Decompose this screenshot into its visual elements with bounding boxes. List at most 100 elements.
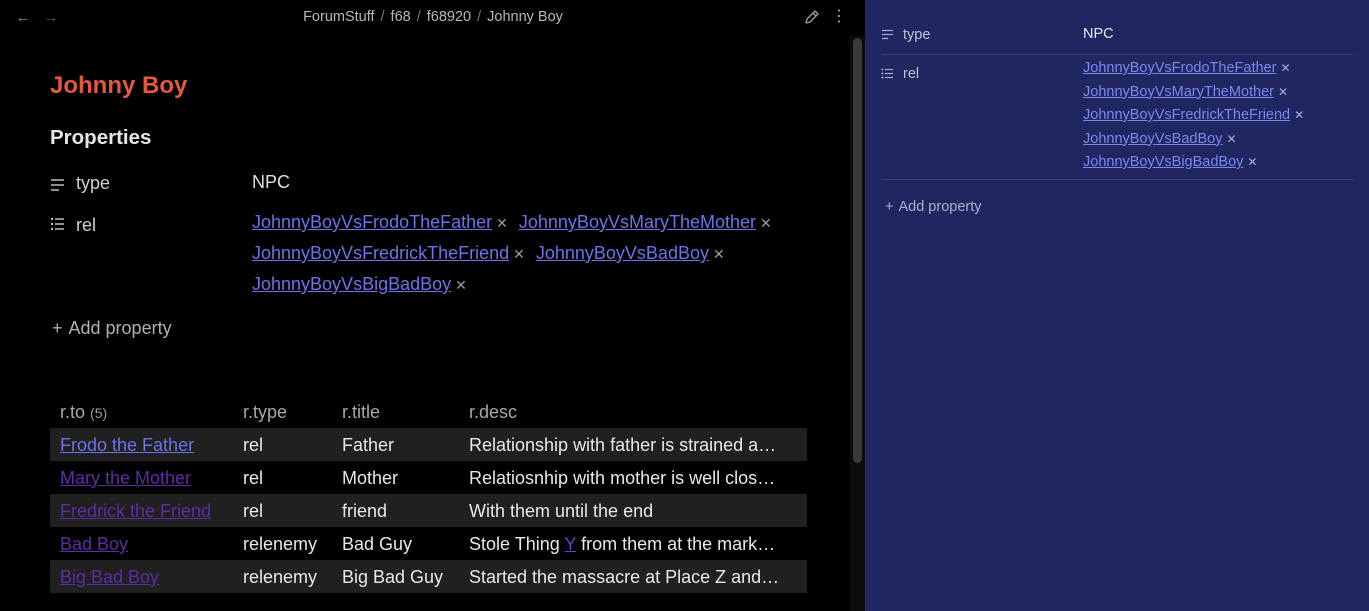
cell-desc-text: Stole Thing (469, 534, 565, 554)
breadcrumb-separator: / (477, 9, 482, 25)
close-icon[interactable]: ✕ (1280, 61, 1290, 75)
pencil-icon[interactable] (803, 8, 821, 26)
cell-desc: Relationship with father is strained a… (469, 435, 777, 455)
editor-pane: ← → ForumStuff / f68/f68920/Johnny Boy ⋮ J… (0, 0, 850, 611)
table-row: Fredrick the Friend rel friend With them… (50, 494, 807, 527)
table-header: r.to (5) r.type r.title r.desc (50, 396, 807, 428)
dataview-table: r.to (5) r.type r.title r.desc Frodo the… (50, 396, 807, 593)
breadcrumb-separator: / (416, 9, 421, 25)
property-rel: rel JohnnyBoyVsFrodoTheFather ✕ JohnnyBoy… (881, 57, 1353, 177)
cell-desc: Started the massacre at Place Z and… (469, 567, 780, 587)
scrollbar-thumb[interactable] (853, 38, 862, 463)
add-property-label: Add property (68, 318, 172, 338)
close-icon[interactable]: ✕ (1294, 108, 1304, 122)
property-value[interactable]: NPC (252, 172, 290, 193)
link-pill: JohnnyBoyVsMaryTheMother ✕ (1083, 81, 1304, 105)
breadcrumb-current[interactable]: Johnny Boy (487, 9, 563, 25)
row-link[interactable]: Mary the Mother (60, 468, 191, 488)
internal-link[interactable]: JohnnyBoyVsBadBoy (1083, 131, 1222, 147)
internal-link[interactable]: JohnnyBoyVsFredrickTheFriend (252, 243, 509, 263)
row-link[interactable]: Big Bad Boy (60, 567, 159, 587)
tab-header: ← → ForumStuff / f68/f68920/Johnny Boy ⋮ (0, 0, 850, 36)
file-properties-panel: type NPC rel JohnnyBoyVsFrodoTheFather ✕ … (865, 0, 1369, 611)
breadcrumb-item[interactable]: ForumStuff (303, 9, 374, 25)
cell-title: Big Bad Guy (342, 567, 444, 587)
column-header-type[interactable]: r.type (243, 402, 338, 423)
internal-link[interactable]: JohnnyBoyVsBigBadBoy (252, 274, 451, 294)
close-icon[interactable]: ✕ (455, 277, 467, 293)
column-header-to[interactable]: r.to (5) (60, 402, 230, 423)
table-row: Big Bad Boy relenemy Big Bad Guy Started… (50, 560, 807, 593)
property-type: type NPC (881, 26, 1353, 46)
divider (881, 54, 1353, 55)
cell-desc: Stole Thing Y from them at the mark… (469, 534, 799, 555)
internal-link[interactable]: JohnnyBoyVsFrodoTheFather (1083, 60, 1276, 76)
cell-title: Mother (342, 468, 399, 488)
cell-type: rel (243, 468, 264, 488)
close-icon[interactable]: ✕ (1247, 155, 1257, 169)
breadcrumb-item[interactable]: f68 (391, 9, 411, 25)
property-key[interactable]: type (903, 27, 930, 43)
link-pill: JohnnyBoyVsBadBoy ✕ (536, 238, 725, 269)
breadcrumb: ForumStuff / f68 / f68920 / Johnny Boy (0, 9, 850, 25)
row-link[interactable]: Frodo the Father (60, 435, 194, 455)
close-icon[interactable]: ✕ (713, 246, 725, 262)
cell-type: relenemy (243, 534, 318, 554)
row-link[interactable]: Bad Boy (60, 534, 128, 554)
cell-type: rel (243, 501, 264, 521)
breadcrumb-separator: / (380, 9, 385, 25)
add-property-label: Add property (898, 199, 982, 215)
list-icon[interactable] (881, 68, 894, 79)
divider (881, 179, 1353, 180)
internal-link[interactable]: JohnnyBoyVsFredrickTheFriend (1083, 107, 1290, 123)
internal-link[interactable]: JohnnyBoyVsBadBoy (536, 243, 709, 263)
link-pill: JohnnyBoyVsBadBoy ✕ (1083, 128, 1304, 152)
list-icon[interactable] (50, 217, 66, 231)
internal-link[interactable]: JohnnyBoyVsFrodoTheFather (252, 212, 492, 232)
link-pill: JohnnyBoyVsFredrickTheFriend ✕ (252, 238, 525, 269)
cell-desc: Relatiosnhip with mother is well clos… (469, 468, 776, 488)
cell-title: friend (342, 501, 388, 521)
lines-icon[interactable] (881, 29, 894, 40)
property-type: type NPC (50, 172, 810, 198)
cell-desc: With them until the end (469, 501, 654, 521)
table-row: Mary the Mother rel Mother Relatiosnhip … (50, 461, 807, 494)
close-icon[interactable]: ✕ (513, 246, 525, 262)
cell-type: relenemy (243, 567, 318, 587)
cell-type: rel (243, 435, 264, 455)
property-key[interactable]: type (76, 173, 110, 194)
lines-icon[interactable] (50, 178, 66, 192)
inline-link[interactable]: Y (564, 534, 576, 554)
note-title[interactable]: Johnny Boy (50, 72, 187, 100)
table-row: Frodo the Father rel Father Relationship… (50, 428, 807, 461)
property-value[interactable]: NPC (1083, 26, 1114, 42)
cell-title: Bad Guy (342, 534, 413, 554)
close-icon[interactable]: ✕ (1278, 85, 1288, 99)
property-key[interactable]: rel (76, 215, 96, 236)
internal-link[interactable]: JohnnyBoyVsMaryTheMother (519, 212, 756, 232)
close-icon[interactable]: ✕ (760, 215, 772, 231)
link-pill: JohnnyBoyVsMaryTheMother ✕ (519, 207, 772, 238)
plus-icon: + (885, 199, 894, 215)
breadcrumb-item[interactable]: f68920 (427, 9, 471, 25)
internal-link[interactable]: JohnnyBoyVsMaryTheMother (1083, 84, 1274, 100)
link-pill: JohnnyBoyVsFrodoTheFather ✕ (1083, 57, 1304, 81)
internal-link[interactable]: JohnnyBoyVsBigBadBoy (1083, 154, 1243, 170)
add-property-button[interactable]: + Add property (52, 318, 172, 339)
row-link[interactable]: Fredrick the Friend (60, 501, 211, 521)
cell-title: Father (342, 435, 395, 455)
property-link-list: JohnnyBoyVsFrodoTheFather ✕ JohnnyBoyVsMa… (252, 207, 822, 300)
column-header-desc[interactable]: r.desc (469, 402, 799, 423)
more-vertical-icon[interactable]: ⋮ (831, 8, 847, 28)
property-key[interactable]: rel (903, 66, 919, 82)
column-header-title[interactable]: r.title (342, 402, 462, 423)
table-row: Bad Boy relenemy Bad Guy Stole Thing Y f… (50, 527, 807, 560)
close-icon[interactable]: ✕ (496, 215, 508, 231)
cell-desc-text: from them at the mark… (576, 534, 776, 554)
close-icon[interactable]: ✕ (1226, 132, 1236, 146)
add-property-button[interactable]: + Add property (885, 199, 982, 215)
properties-heading: Properties (50, 126, 152, 149)
result-count: (5) (90, 405, 108, 421)
property-rel: rel JohnnyBoyVsFrodoTheFather ✕ JohnnyBoy… (50, 207, 810, 302)
link-pill: JohnnyBoyVsFredrickTheFriend ✕ (1083, 104, 1304, 128)
